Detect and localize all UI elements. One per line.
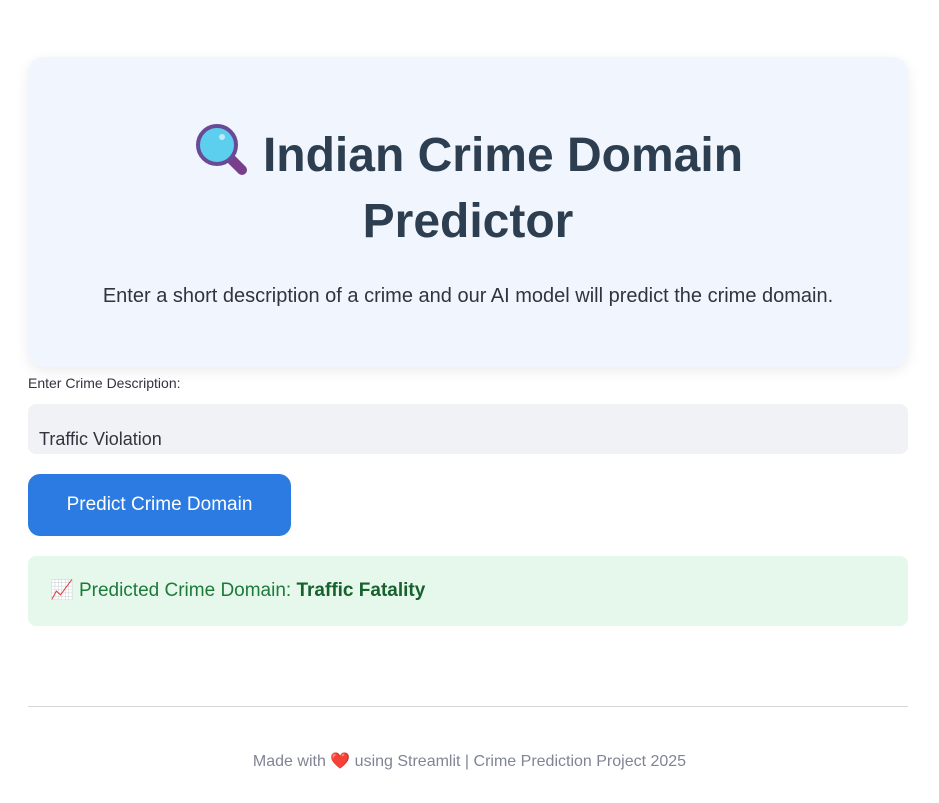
predicted-domain: Traffic Fatality bbox=[296, 580, 426, 601]
crime-description-input[interactable] bbox=[28, 404, 908, 454]
footer: Made with ❤️ using Streamlit | Crime Pre… bbox=[0, 751, 939, 771]
divider bbox=[28, 706, 908, 707]
header-card: Indian Crime Domain Predictor Enter a sh… bbox=[28, 57, 908, 367]
subtitle: Enter a short description of a crime and… bbox=[102, 285, 834, 307]
prediction-result: 📈 Predicted Crime Domain: Traffic Fatali… bbox=[28, 556, 908, 626]
heart-icon: ❤️ bbox=[330, 753, 351, 770]
description-label: Enter Crime Description: bbox=[28, 375, 181, 391]
footer-text: Made with bbox=[252, 753, 331, 770]
page-title: Indian Crime Domain Predictor bbox=[148, 121, 788, 255]
predict-button[interactable]: Predict Crime Domain bbox=[28, 474, 291, 536]
magnifying-glass-icon bbox=[195, 124, 247, 175]
chart-increasing-icon: 📈 bbox=[50, 580, 74, 601]
footer-text-2: using Streamlit | Crime Prediction Proje… bbox=[350, 753, 687, 770]
result-prefix: Predicted Crime Domain: bbox=[78, 580, 297, 601]
